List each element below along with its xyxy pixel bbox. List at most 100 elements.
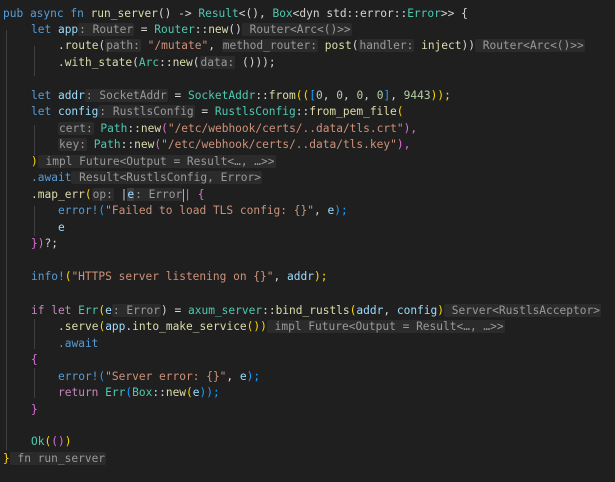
type-name: Box [132, 386, 153, 399]
type-name: Arc [138, 56, 160, 69]
code-line-22[interactable]: } [31, 402, 38, 418]
punctuation: :: [295, 105, 310, 118]
punctuation: :: [255, 89, 269, 102]
punctuation: ( [132, 56, 139, 69]
bracket: (( [295, 89, 310, 102]
bracket: ) [64, 435, 72, 448]
type-name: RustlsConfig [214, 105, 296, 118]
bracket: ); [246, 370, 261, 383]
inlay-type-hint: : Error [134, 188, 184, 201]
code-line-7[interactable]: cert: Path::new("/etc/webhook/certs/..da… [58, 121, 417, 137]
punctuation: :: [152, 386, 166, 399]
code-line-4[interactable]: .with_state(Arc::new(data: ())); [58, 55, 276, 71]
variable: app [57, 23, 79, 36]
variable: config [57, 105, 99, 118]
bracket: { [31, 353, 38, 366]
bracket: } [3, 452, 10, 465]
punctuation: . [58, 56, 65, 69]
variable: addr [356, 304, 384, 317]
variable: e [58, 221, 65, 234]
function-name: map_err [37, 188, 85, 201]
code-line-12[interactable]: error!("Failed to load TLS config: {}", … [58, 203, 348, 219]
indent-guide [6, 30, 7, 450]
code-line-13[interactable]: e [58, 220, 65, 236]
code-line-5[interactable]: let addr: SocketAddr = SocketAddr::from(… [31, 88, 451, 104]
inlay-param-hint: cert: [58, 122, 94, 135]
punctuation: :: [127, 122, 141, 135]
code-line-23[interactable]: Ok(()) [31, 434, 71, 450]
code-line-8[interactable]: key: Path::new("/etc/webhook/certs/..dat… [58, 137, 410, 153]
code-line-10[interactable]: .await Result<RustlsConfig, Error> [31, 170, 263, 186]
inlay-type-hint: : RustlsConfig [98, 105, 195, 118]
punctuation: :: [194, 23, 209, 36]
punctuation: = [194, 105, 215, 118]
function-name: route [64, 39, 99, 52]
code-editor[interactable]: pub async fn run_server() -> Result<(), … [0, 0, 615, 482]
function-name: with_state [64, 56, 133, 69]
punctuation: , [313, 204, 328, 217]
bracket: ) [31, 155, 38, 168]
punctuation: ( [192, 56, 200, 69]
indent-guide [34, 125, 35, 155]
bracket: )); [199, 386, 220, 399]
type-name: Path [93, 122, 128, 135]
code-line-20[interactable]: error!("Server error: {}", e); [58, 369, 260, 385]
code-line-2[interactable]: let app: Router = Router::new() Router<A… [31, 22, 352, 38]
string-literal: "/etc/webhook/certs/..data/tls.key" [161, 138, 397, 151]
variable: config [396, 304, 438, 317]
bracket: ( [396, 105, 404, 118]
punctuation: :: [159, 56, 173, 69]
punctuation: () [228, 23, 242, 36]
keyword: let [31, 89, 58, 102]
keyword: .await [58, 337, 99, 350]
code-line-6[interactable]: let config: RustlsConfig = RustlsConfig:… [31, 104, 404, 120]
type-name: Error [407, 7, 441, 20]
function-name: bind_rustls [275, 304, 350, 317]
code-line-9[interactable]: ) impl Future<Output = Result<…, …>> [31, 154, 276, 170]
type-name: Router [154, 23, 195, 36]
bracket: ) [437, 304, 445, 317]
code-line-11[interactable]: .map_err(op: |e: Error | { [31, 187, 204, 203]
inlay-param-hint: op: [91, 188, 114, 201]
inlay-param-hint: method_router: [221, 39, 319, 52]
function-name: new [140, 122, 162, 135]
type-name: Box [272, 7, 293, 20]
variable: addr [57, 89, 85, 102]
punctuation: , [208, 39, 222, 52]
punctuation: . [58, 39, 65, 52]
code-line-21[interactable]: return Err(Box::new(e)); [58, 385, 220, 401]
type-name: Path [86, 138, 121, 151]
code-line-16[interactable]: if let Err(e: Error) = axum_server::bind… [31, 303, 601, 319]
variable: addr [287, 270, 314, 283]
code-line-24[interactable]: } fn run_server [3, 451, 107, 467]
bracket: ()) [246, 320, 267, 333]
type-name: Err [105, 386, 126, 399]
punctuation: () [235, 56, 256, 69]
inlay-type-hint: impl Future<Output = Result<…, …>> [266, 320, 505, 333]
inlay-type-hint: Result<RustlsConfig, Error> [71, 171, 263, 184]
code-line-15[interactable]: info!("HTTPS server listening on {}", ad… [31, 269, 327, 285]
module-name: axum_server [187, 304, 263, 317]
punctuation: , [226, 370, 240, 383]
function-name: from_pem_file [309, 105, 397, 118]
indent-guide [34, 206, 35, 236]
bracket: } [31, 403, 38, 416]
inlay-type-hint: Router<Arc<()>> [474, 39, 585, 52]
type-name: Result [198, 7, 239, 20]
punctuation: >> { [440, 7, 468, 20]
function-name: new [134, 138, 155, 151]
string-literal: "HTTPS server listening on {}" [71, 270, 274, 283]
function-name: new [172, 56, 193, 69]
code-line-14[interactable]: })?; [31, 236, 58, 252]
code-line-18[interactable]: .await [58, 336, 98, 352]
bracket: ( [186, 386, 193, 399]
code-line-19[interactable]: { [31, 352, 38, 368]
bracket: () [51, 435, 65, 448]
keyword: if let [31, 304, 79, 317]
code-line-1[interactable]: pub async fn run_server() -> Result<(), … [3, 6, 468, 22]
code-line-3[interactable]: .route(path: "/mutate", method_router: p… [58, 38, 585, 54]
punctuation: :: [262, 304, 276, 317]
inlay-param-hint: key: [58, 138, 87, 151]
number-literal: 9443 [403, 89, 431, 102]
code-line-17[interactable]: .serve(app.into_make_service()) impl Fut… [58, 319, 505, 335]
